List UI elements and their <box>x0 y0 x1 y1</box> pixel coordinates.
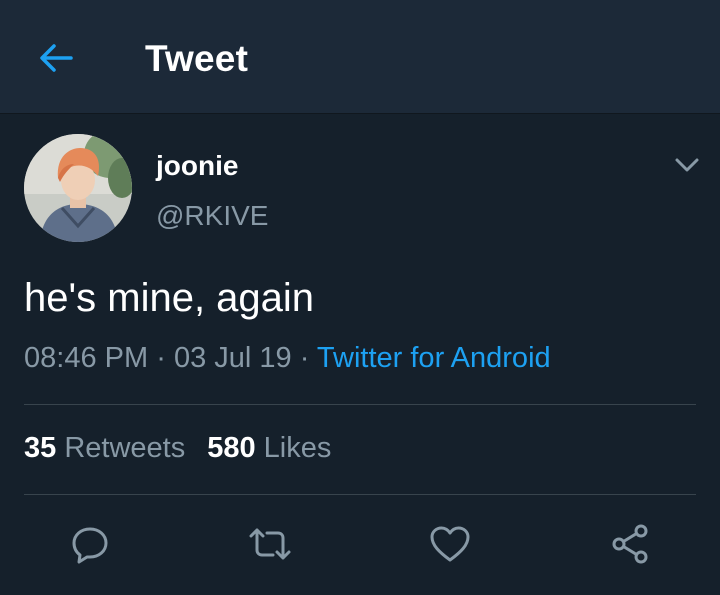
page-title: Tweet <box>145 38 249 79</box>
retweets-label: Retweets <box>64 432 186 464</box>
retweet-icon <box>249 528 291 560</box>
tweet-source-link[interactable]: Twitter for Android <box>317 342 551 374</box>
back-button[interactable] <box>34 36 78 80</box>
tweet-options-button[interactable] <box>670 150 704 180</box>
tweet-metadata: 08:46 PM · 03 Jul 19 · Twitter for Andro… <box>24 342 551 375</box>
tweet-text: he's mine, again <box>24 276 315 320</box>
like-button[interactable] <box>426 520 474 568</box>
share-icon <box>612 524 648 564</box>
retweet-button[interactable] <box>246 520 294 568</box>
share-button[interactable] <box>606 520 654 568</box>
tweet-time: 08:46 PM <box>24 342 149 374</box>
display-name[interactable]: joonie <box>156 150 238 182</box>
likes-stat[interactable]: 580 Likes <box>207 432 331 464</box>
top-app-bar: Tweet <box>0 0 720 114</box>
meta-separator: · <box>299 342 310 374</box>
divider <box>24 404 696 405</box>
likes-label: Likes <box>263 432 332 464</box>
tweet-date: 03 Jul 19 <box>173 342 292 374</box>
chevron-down-icon <box>675 158 699 172</box>
avatar[interactable] <box>24 134 132 242</box>
arrow-left-icon <box>40 44 73 72</box>
reply-icon <box>72 527 108 564</box>
retweets-count: 35 <box>24 432 57 464</box>
likes-count: 580 <box>207 432 256 464</box>
divider <box>24 494 696 495</box>
tweet-stats: 35 Retweets 580 Likes <box>24 432 353 465</box>
like-heart-icon <box>430 526 470 562</box>
reply-button[interactable] <box>66 520 114 568</box>
retweets-stat[interactable]: 35 Retweets <box>24 432 185 464</box>
user-handle[interactable]: @RKIVE <box>156 200 268 232</box>
meta-separator: · <box>156 342 166 374</box>
